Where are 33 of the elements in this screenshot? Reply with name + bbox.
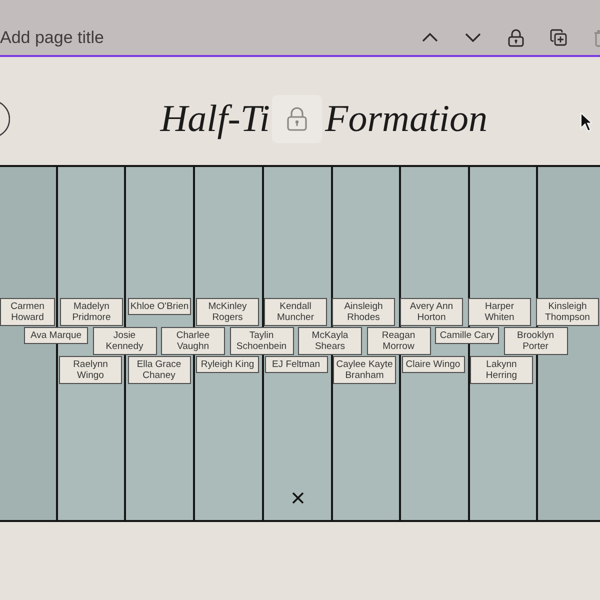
name-label: Ryleigh King: [196, 356, 259, 373]
name-label: McKinley Rogers: [196, 298, 259, 326]
name-label: Kendall Muncher: [264, 298, 327, 326]
name-label: Reagan Morrow: [366, 327, 430, 355]
name-label: Taylin Schoenbein: [230, 327, 294, 355]
name-label: Ella Grace Chaney: [128, 356, 190, 384]
chevron-up-icon[interactable]: [422, 33, 438, 42]
name-label: Khloe O'Brien: [128, 298, 191, 315]
name-label: Harper Whiten: [468, 298, 531, 326]
name-label: EJ Feltman: [264, 356, 328, 373]
heading-text: Formation: [325, 97, 488, 142]
name-label: Avery Ann Horton: [400, 298, 463, 326]
name-label: Charlee Vaughn: [161, 327, 225, 355]
name-label: Ava Marque: [24, 327, 88, 344]
name-label: Carmen Howard: [0, 298, 55, 326]
name-label: Brooklyn Porter: [504, 327, 568, 355]
name-label: McKayla Shears: [298, 327, 362, 355]
name-label: Camille Cary: [435, 327, 499, 344]
chevron-down-icon[interactable]: [465, 33, 481, 42]
name-label: Madelyn Pridmore: [60, 298, 123, 326]
name-label: Ainsleigh Rhodes: [332, 298, 395, 326]
name-label: Josie Kennedy: [92, 327, 156, 355]
page-title-field[interactable]: Add page title: [0, 26, 130, 48]
heading-text: Half-Ti: [160, 97, 270, 142]
mouse-pointer-icon: [580, 112, 592, 132]
name-label: Kinsleigh Thompson: [536, 298, 599, 326]
lock-icon[interactable]: [508, 28, 524, 46]
copy-plus-icon[interactable]: [550, 29, 567, 46]
name-label: Raelynn Wingo: [59, 356, 122, 384]
name-label: Lakynn Herring: [470, 356, 533, 384]
x-mark-icon: [292, 492, 304, 504]
name-label: Caylee Kayte Branham: [333, 356, 396, 384]
name-label: Claire Wingo: [402, 356, 464, 373]
